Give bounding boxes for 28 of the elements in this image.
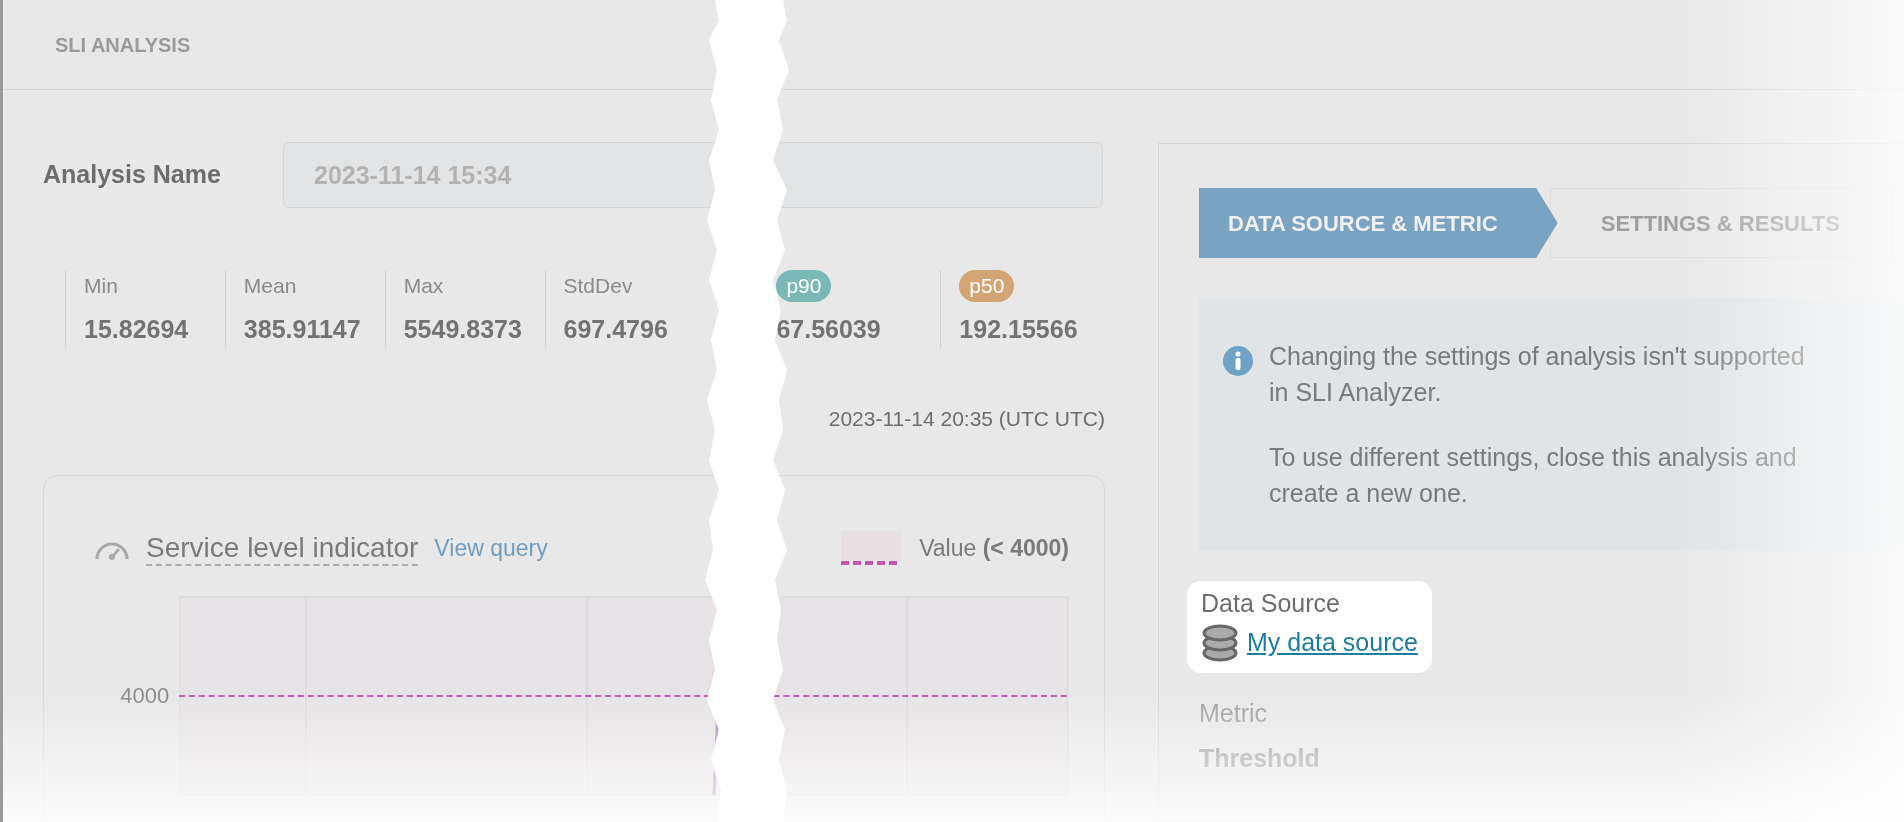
stat-label: Mean — [243, 273, 298, 299]
data-source-link[interactable]: My data source — [1247, 623, 1418, 662]
chart-title[interactable]: Service level indicator — [146, 530, 419, 567]
database-icon — [1201, 622, 1239, 663]
stat-label: StdDev — [563, 273, 634, 299]
stat-value: 5549.8373 — [403, 313, 523, 345]
axis-tick-label: 4000 — [120, 682, 170, 711]
page-title: SLI ANALYSIS — [55, 32, 191, 58]
view-query-link[interactable]: View query — [434, 531, 548, 566]
stat-value: 67.56039 — [776, 313, 882, 345]
field-label: Analysis Name — [43, 159, 222, 191]
info-icon — [1223, 346, 1253, 376]
timestamp: 2023-11-14 20:35 (UTC UTC) — [828, 406, 1105, 432]
field-label: Data Source — [1201, 588, 1341, 619]
legend-label: Value (< 4000) — [919, 534, 1069, 564]
stat-label: Min — [84, 273, 119, 299]
stat-value: 385.91147 — [243, 313, 362, 345]
stat-value: 15.82694 — [84, 313, 190, 345]
stat-value: 192.15566 — [959, 313, 1079, 345]
wizard-tab[interactable]: DATA SOURCE & METRIC — [1199, 188, 1558, 258]
stat-value: 697.4796 — [563, 313, 669, 345]
alert-text: Changing the settings of analysis isn't supported in SLI Analyzer. — [1269, 341, 1806, 409]
field-label: Metric — [1199, 697, 1269, 729]
stat-label: Max — [403, 273, 445, 299]
percentile-badge: p90 — [776, 270, 832, 302]
legend-swatch-icon — [841, 531, 902, 566]
percentile-badge: p50 — [959, 270, 1015, 302]
alert-text: To use different settings, close this analysis and create a new one. — [1269, 441, 1798, 509]
